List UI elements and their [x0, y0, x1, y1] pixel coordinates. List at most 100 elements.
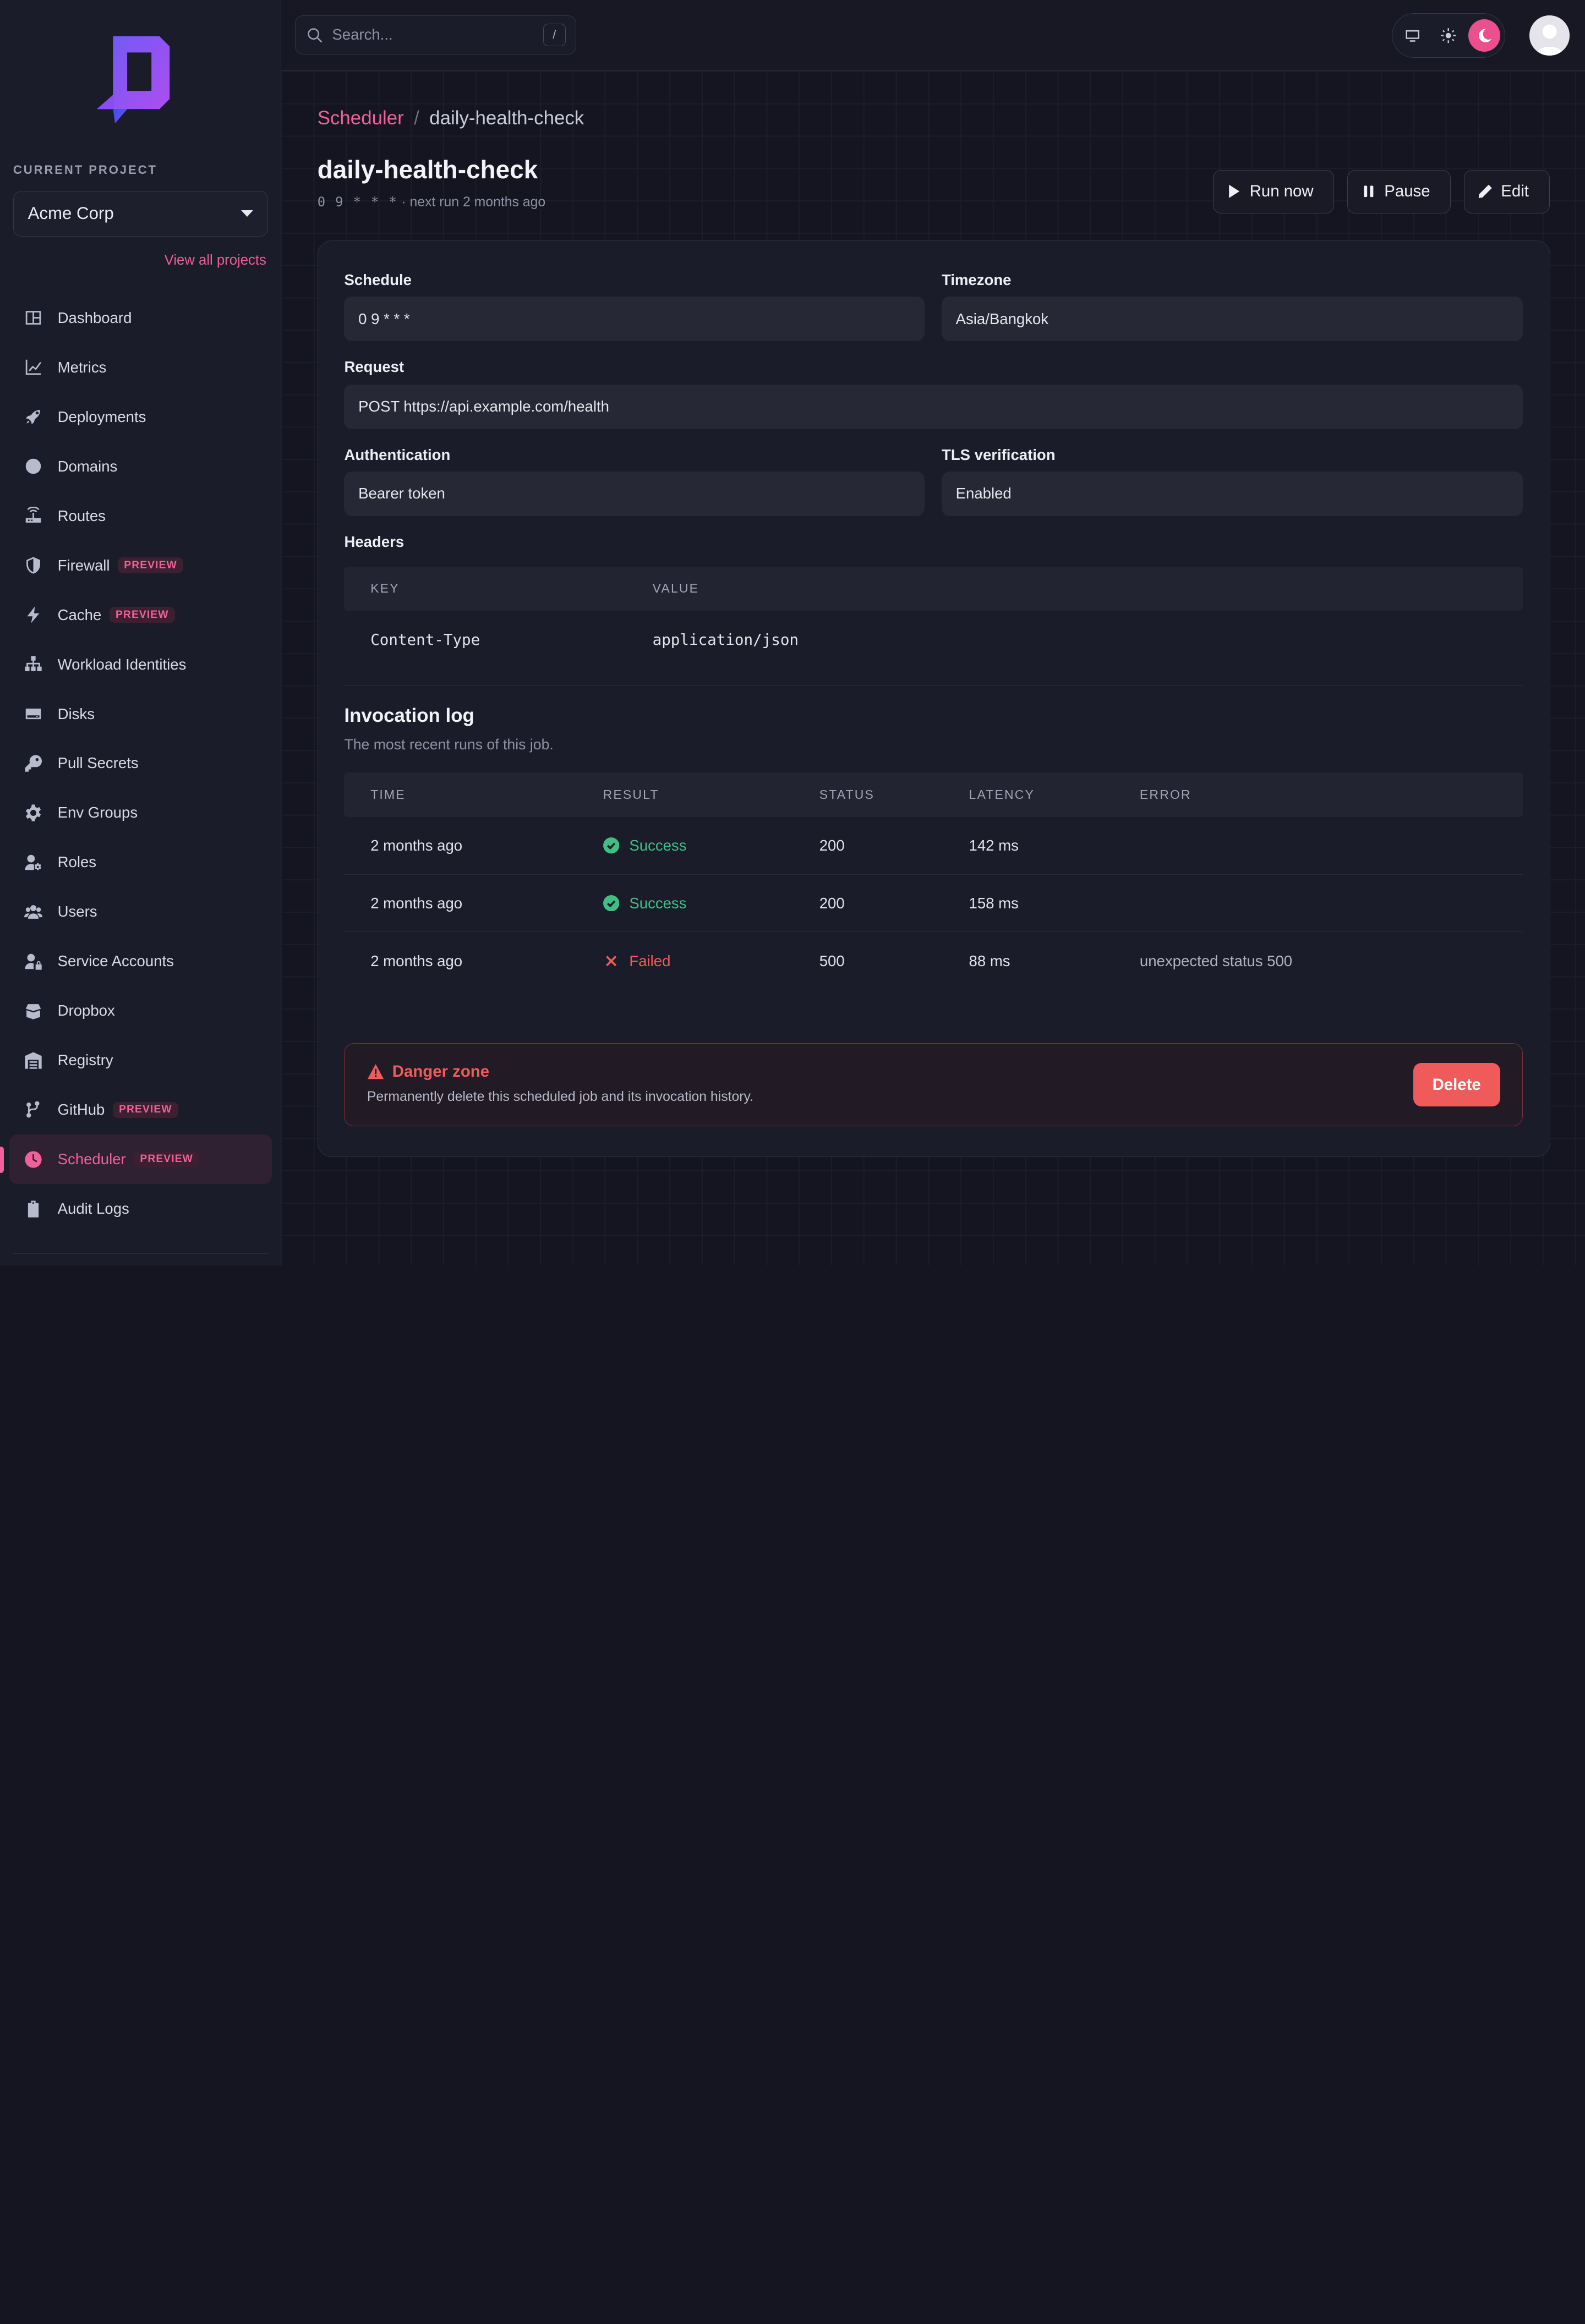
preview-badge: PREVIEW [113, 1101, 178, 1119]
sidebar-item-deployments[interactable]: Deployments [9, 392, 272, 442]
theme-light-button[interactable] [1433, 19, 1464, 52]
sidebar-item-label: Registry [57, 1051, 113, 1069]
row-latency: 158 ms [969, 894, 1019, 912]
sidebar-item-label: Metrics [57, 358, 107, 376]
breadcrumb-scheduler-link[interactable]: Scheduler [318, 107, 404, 129]
search-input[interactable]: Search... / [295, 15, 576, 55]
sidebar-item-audit-logs[interactable]: Audit Logs [9, 1184, 272, 1234]
sidebar-divider [13, 1253, 268, 1254]
sidebar-item-label: Cache [57, 606, 102, 623]
key-icon [23, 753, 43, 774]
run-now-button[interactable]: Run now [1212, 169, 1335, 213]
check-circle-icon [603, 837, 620, 854]
search-icon [307, 28, 323, 43]
sitemap-icon [23, 654, 43, 675]
sidebar-item-users[interactable]: Users [9, 887, 272, 936]
sidebar-item-registry[interactable]: Registry [9, 1035, 272, 1085]
breadcrumb: Scheduler / daily-health-check [318, 107, 584, 129]
sidebar-item-github[interactable]: GitHub PREVIEW [9, 1085, 272, 1134]
row-status: 200 [819, 836, 845, 854]
sidebar-item-domains[interactable]: Domains [9, 442, 272, 491]
sidebar-item-label: Service Accounts [57, 952, 174, 970]
row-latency: 142 ms [969, 836, 1019, 854]
danger-zone-description: Permanently delete this scheduled job an… [367, 1089, 753, 1105]
col-latency: LATENCY [969, 787, 1035, 802]
sidebar-item-service-accounts[interactable]: Service Accounts [9, 936, 272, 986]
rocket-icon [23, 407, 43, 427]
schedule-field: 0 9 * * * [344, 297, 925, 341]
tls-verification-value: Enabled [955, 485, 1012, 502]
brand-logo-icon[interactable] [97, 36, 170, 124]
pause-icon [1364, 185, 1374, 198]
sidebar-item-dropbox[interactable]: Dropbox [9, 986, 272, 1035]
headers-table-header: KEY VALUE [344, 566, 1523, 611]
timezone-value: Asia/Bangkok [955, 310, 1049, 327]
preview-badge: PREVIEW [109, 606, 175, 623]
invocation-log-description: The most recent runs of this job. [344, 736, 554, 753]
headers-col-key: KEY [370, 581, 400, 596]
view-all-projects-link[interactable]: View all projects [165, 253, 266, 268]
project-select[interactable]: Acme Corp [13, 191, 268, 237]
run-now-label: Run now [1249, 182, 1314, 201]
job-details-card: Schedule 0 9 * * * Timezone Asia/Bangkok… [317, 240, 1551, 1157]
request-field: POST https://api.example.com/health [344, 384, 1523, 429]
sidebar-item-metrics[interactable]: Metrics [9, 343, 272, 392]
router-icon [23, 506, 43, 526]
app-root: CURRENT PROJECT Acme Corp View all proje… [0, 0, 1585, 1265]
sidebar-item-label: Scheduler [57, 1150, 126, 1168]
row-result: Success [603, 837, 686, 854]
sidebar-item-label: Dropbox [57, 1002, 115, 1020]
danger-zone: Danger zone Permanently delete this sche… [344, 1043, 1523, 1127]
col-status: STATUS [819, 787, 875, 802]
box-open-icon [23, 1001, 43, 1021]
headers-table-row: Content-Type application/json [344, 611, 1523, 668]
authentication-label: Authentication [344, 446, 451, 463]
check-circle-icon [603, 895, 620, 912]
warehouse-icon [23, 1050, 43, 1071]
row-time: 2 months ago [370, 894, 463, 912]
topbar: Search... / [281, 0, 1585, 71]
sidebar-item-label: Domains [57, 457, 118, 475]
sidebar-item-firewall[interactable]: Firewall PREVIEW [9, 541, 272, 590]
timezone-label: Timezone [941, 271, 1012, 289]
delete-button[interactable]: Delete [1413, 1063, 1500, 1107]
row-result-label: Failed [629, 952, 671, 969]
sidebar-item-dashboard[interactable]: Dashboard [9, 293, 272, 343]
header-key: Content-Type [370, 631, 480, 649]
code-branch-icon [23, 1100, 43, 1120]
col-time: TIME [370, 787, 406, 802]
sidebar-item-label: Pull Secrets [57, 754, 139, 772]
request-value: POST https://api.example.com/health [358, 398, 609, 415]
edit-button[interactable]: Edit [1464, 169, 1550, 213]
sidebar-item-roles[interactable]: Roles [9, 837, 272, 887]
theme-dark-button[interactable] [1468, 19, 1501, 52]
sidebar-item-workload-identities[interactable]: Workload Identities [9, 640, 272, 689]
sidebar: CURRENT PROJECT Acme Corp View all proje… [0, 0, 281, 1265]
clipboard-icon [23, 1199, 43, 1219]
sidebar-item-cache[interactable]: Cache PREVIEW [9, 590, 272, 640]
project-select-value: Acme Corp [28, 204, 114, 223]
row-status: 500 [819, 952, 845, 969]
row-result-label: Success [629, 894, 687, 912]
pause-label: Pause [1384, 182, 1430, 201]
pause-button[interactable]: Pause [1347, 169, 1451, 213]
moon-icon [1478, 29, 1491, 42]
disk-icon [23, 704, 43, 724]
authentication-field: Bearer token [344, 471, 925, 516]
preview-badge: PREVIEW [118, 557, 183, 574]
theme-system-button[interactable] [1396, 19, 1428, 52]
breadcrumb-current: daily-health-check [429, 107, 584, 129]
warning-triangle-icon [367, 1064, 384, 1079]
sidebar-item-env-groups[interactable]: Env Groups [9, 788, 272, 837]
pencil-icon [1478, 184, 1492, 199]
sidebar-item-disks[interactable]: Disks [9, 689, 272, 739]
table-row: 2 months ago Failed 500 88 ms unexpected… [344, 932, 1523, 990]
play-icon [1229, 184, 1240, 199]
sidebar-item-scheduler[interactable]: Scheduler PREVIEW [0, 1134, 272, 1185]
sidebar-item-pull-secrets[interactable]: Pull Secrets [9, 739, 272, 788]
chart-line-icon [23, 357, 43, 377]
sidebar-item-routes[interactable]: Routes [9, 491, 272, 541]
x-icon [605, 956, 616, 967]
clock-icon [23, 1149, 43, 1170]
avatar[interactable] [1529, 15, 1570, 56]
